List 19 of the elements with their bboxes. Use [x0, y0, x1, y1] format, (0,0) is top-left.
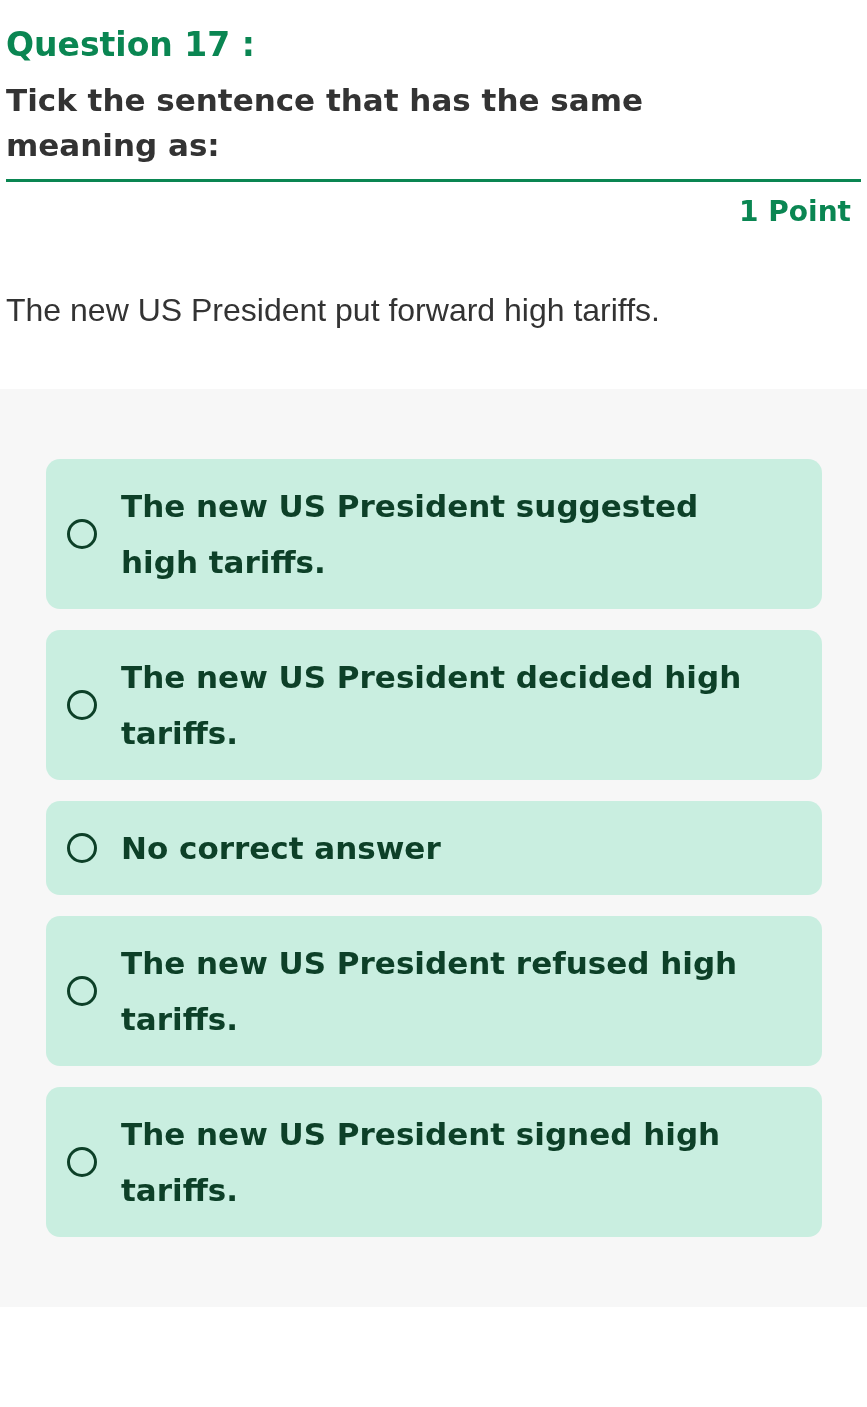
answer-text: The new US President refused high tariffs.: [121, 944, 739, 1039]
radio-icon[interactable]: [67, 1147, 97, 1177]
answer-option[interactable]: The new US President suggested high tariffs.: [46, 459, 822, 609]
points-label: 1 Point: [739, 194, 852, 230]
answer-option[interactable]: No correct answer: [46, 801, 822, 895]
answer-text: The new US President decided high tariffs.: [121, 658, 743, 753]
answer-text: The new US President suggested high tariffs.: [121, 487, 700, 582]
radio-icon[interactable]: [67, 690, 97, 720]
question-sentence: The new US President put forward high tariffs.: [6, 291, 661, 330]
answer-text: The new US President signed high tariffs.: [121, 1115, 722, 1210]
radio-icon[interactable]: [67, 519, 97, 549]
question-title: Question 17 :: [6, 24, 256, 66]
answer-option[interactable]: The new US President decided high tariffs.: [46, 630, 822, 780]
radio-icon[interactable]: [67, 976, 97, 1006]
question-instruction: Tick the sentence that has the same meaning as:: [6, 81, 644, 165]
answer-option[interactable]: The new US President refused high tariffs.: [46, 916, 822, 1066]
answer-option[interactable]: The new US President signed high tariffs.: [46, 1087, 822, 1237]
answer-text: No correct answer: [121, 829, 441, 868]
radio-icon[interactable]: [67, 833, 97, 863]
